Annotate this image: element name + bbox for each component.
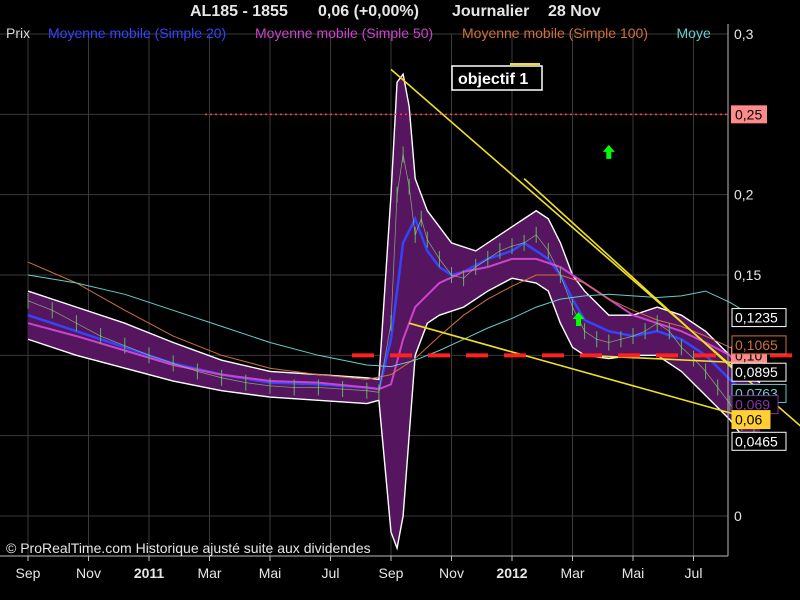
x-tick-label-0: Sep xyxy=(16,565,41,581)
y-tick-label-0: 0,3 xyxy=(734,26,754,42)
y-tick-label-1: 0,2 xyxy=(734,187,754,203)
x-tick-label-1: Nov xyxy=(76,565,101,581)
x-tick-label-2: 2011 xyxy=(134,565,165,581)
legend-item-4: Moye xyxy=(677,25,711,41)
x-tick-label-3: Mar xyxy=(197,565,221,581)
x-tick-label-5: Jul xyxy=(322,565,340,581)
legend-item-3: Moyenne mobile (Simple 100) xyxy=(462,25,648,41)
x-tick-label-11: Jul xyxy=(685,565,703,581)
value-label-5: 0,06 xyxy=(735,412,762,428)
period-label: Journalier xyxy=(452,3,530,20)
objective-annotation: objectif 1 xyxy=(451,63,543,91)
x-tick-label-4: Mai xyxy=(259,565,282,581)
change-label: 0,06 (+0,00%) xyxy=(318,3,419,20)
objective-label: objectif 1 xyxy=(458,71,528,88)
price-chart[interactable]: 0,250,100,12350,10650,08950,07630,0690,0… xyxy=(0,0,800,600)
chart-header: AL185 - 1855 0,06 (+0,00%) Journalier 28… xyxy=(0,0,800,24)
value-label-0: 0,1235 xyxy=(735,310,778,326)
legend-item-0: Prix xyxy=(6,25,30,41)
date-label: 28 Nov xyxy=(548,3,601,20)
symbol-label: AL185 - 1855 xyxy=(190,3,288,20)
legend-item-1: Moyenne mobile (Simple 20) xyxy=(48,25,226,41)
watermark: © ProRealTime.com Historique ajusté suit… xyxy=(6,540,371,556)
x-tick-label-7: Nov xyxy=(439,565,464,581)
x-tick-label-8: 2012 xyxy=(496,565,527,581)
y-tick-label-2: 0,15 xyxy=(734,267,761,283)
y-tick-label-3: 0 xyxy=(734,508,742,524)
x-tick-label-10: Mai xyxy=(622,565,645,581)
level-label-0: 0,25 xyxy=(735,106,762,122)
legend-item-2: Moyenne mobile (Simple 50) xyxy=(255,25,433,41)
value-label-2: 0,0895 xyxy=(735,364,778,380)
x-tick-label-9: Mar xyxy=(560,565,584,581)
value-label-6: 0,0465 xyxy=(735,433,778,449)
value-label-1: 0,1065 xyxy=(735,337,778,353)
x-tick-label-6: Sep xyxy=(379,565,404,581)
